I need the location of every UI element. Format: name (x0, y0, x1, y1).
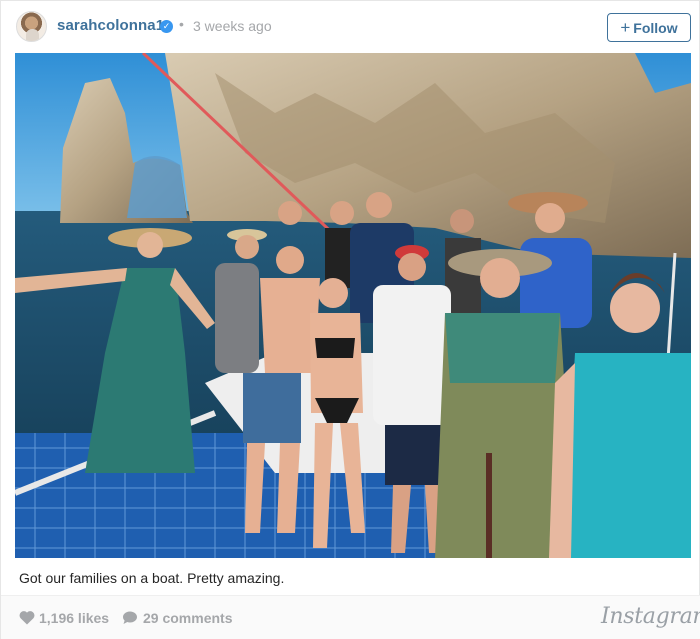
instagram-post-card: sarahcolonna1 ✓ • 3 weeks ago + Follow G… (0, 0, 700, 639)
follow-button[interactable]: + Follow (607, 13, 691, 42)
post-photo[interactable] (15, 53, 691, 558)
comment-bubble-icon[interactable] (122, 610, 138, 625)
comments-count[interactable]: 29 comments (143, 610, 232, 626)
likes-count[interactable]: 1,196 likes (39, 610, 109, 626)
avatar[interactable] (16, 11, 47, 42)
plus-icon: + (620, 18, 631, 37)
verified-badge-icon: ✓ (160, 20, 173, 33)
post-caption: Got our families on a boat. Pretty amazi… (19, 570, 285, 586)
instagram-logo[interactable]: Instagram (601, 604, 700, 629)
photo-illustration (15, 53, 691, 558)
post-header: sarahcolonna1 ✓ • 3 weeks ago + Follow (1, 1, 700, 53)
heart-icon[interactable] (19, 610, 35, 625)
follow-label: Follow (633, 19, 678, 36)
separator-dot: • (179, 16, 184, 32)
post-timestamp[interactable]: 3 weeks ago (193, 18, 272, 34)
post-footer: 1,196 likes 29 comments Instagram (1, 595, 700, 639)
username-link[interactable]: sarahcolonna1 (57, 17, 164, 34)
